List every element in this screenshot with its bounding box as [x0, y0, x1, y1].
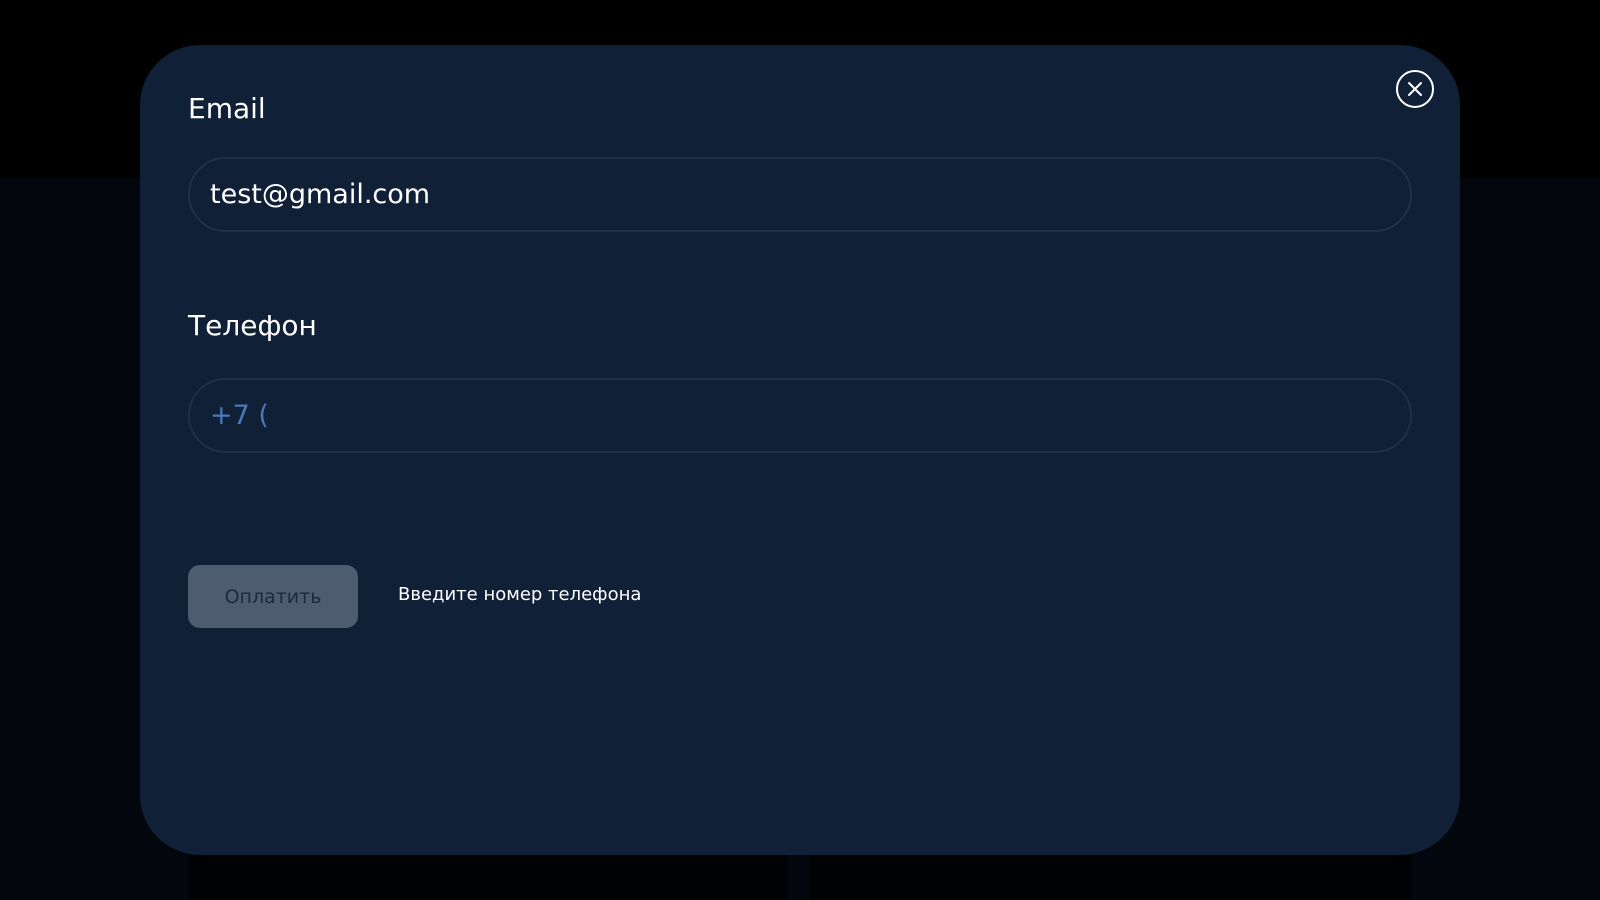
- phone-required-hint: Введите номер телефона: [398, 584, 642, 605]
- close-button[interactable]: [1396, 70, 1434, 108]
- email-label: Email: [188, 92, 266, 125]
- background-card-left: [188, 850, 788, 900]
- phone-label: Телефон: [188, 309, 317, 342]
- background-card-right: [810, 850, 1412, 900]
- pay-button[interactable]: Оплатить: [188, 565, 358, 628]
- close-icon: [1408, 82, 1422, 96]
- payment-modal: Email Телефон Оплатить Введите номер тел…: [140, 45, 1460, 855]
- phone-input[interactable]: [188, 378, 1412, 453]
- email-input[interactable]: [188, 157, 1412, 232]
- page: Email Телефон Оплатить Введите номер тел…: [0, 0, 1600, 900]
